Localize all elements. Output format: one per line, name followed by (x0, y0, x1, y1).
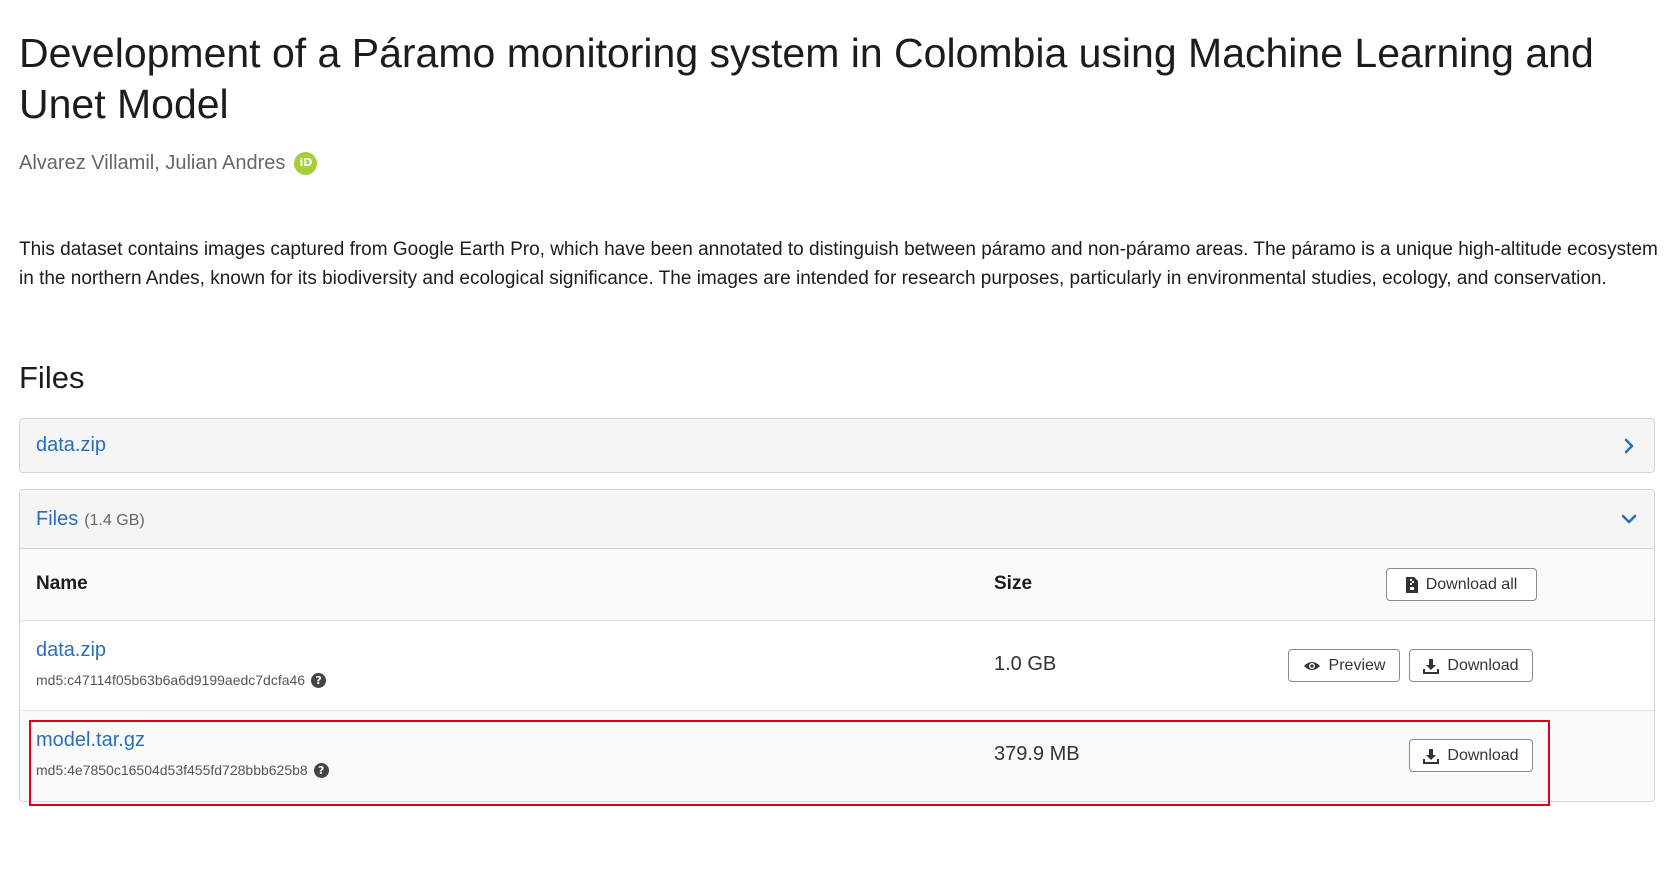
preview-button[interactable]: Preview (1288, 649, 1400, 682)
files-panel-header[interactable]: Files (1.4 GB) (20, 490, 1654, 549)
table-row: model.tar.gz md5:4e7850c16504d53f455fd72… (20, 711, 1654, 801)
chevron-down-icon[interactable] (1620, 510, 1638, 528)
chevron-right-icon[interactable] (1620, 437, 1638, 455)
md5-value: md5:c47114f05b63b6a6d9199aedc7dcfa46 (36, 672, 306, 688)
files-table-header: Name Size Download all (20, 549, 1654, 621)
file-name-link[interactable]: model.tar.gz (36, 729, 145, 752)
question-circle-icon[interactable]: ? (311, 672, 327, 688)
page-title: Development of a Páramo monitoring syste… (19, 30, 1594, 127)
eye-icon (1303, 661, 1320, 670)
download-all-label: Download all (1425, 575, 1518, 593)
file-size: 1.0 GB (994, 653, 1057, 675)
files-heading: Files (19, 360, 85, 395)
question-circle-icon[interactable]: ? (313, 762, 329, 778)
file-checksum: md5:c47114f05b63b6a6d9199aedc7dcfa46 ? (36, 672, 327, 688)
file-name-link[interactable]: data.zip (36, 639, 106, 662)
preview-panel-header[interactable]: data.zip (19, 418, 1655, 473)
column-header-size: Size (994, 573, 1033, 594)
file-archive-icon (1405, 576, 1418, 593)
download-label: Download (1447, 656, 1519, 674)
orcid-icon[interactable]: iD (294, 151, 318, 175)
files-panel: Files (1.4 GB) Name Size Download all dat… (19, 489, 1655, 802)
record-description: This dataset contains images captured fr… (19, 239, 1658, 289)
download-button[interactable]: Download (1409, 739, 1533, 772)
download-button[interactable]: Download (1409, 649, 1533, 682)
preview-file-link[interactable]: data.zip (36, 434, 106, 457)
download-icon (1423, 658, 1440, 674)
files-total-size: (1.4 GB) (84, 511, 145, 529)
column-header-name: Name (36, 573, 88, 594)
download-all-button[interactable]: Download all (1386, 568, 1537, 601)
download-label: Download (1447, 746, 1519, 764)
download-icon (1423, 748, 1440, 764)
file-checksum: md5:4e7850c16504d53f455fd728bbb625b8 ? (36, 762, 329, 778)
files-panel-label[interactable]: Files (36, 508, 78, 530)
author-line: Alvarez Villamil, Julian Andres iD (19, 150, 318, 176)
preview-label: Preview (1328, 656, 1386, 674)
file-size: 379.9 MB (994, 743, 1080, 765)
record-page: Development of a Páramo monitoring syste… (0, 0, 1673, 880)
files-panel-title: Files (1.4 GB) (36, 508, 145, 531)
md5-value: md5:4e7850c16504d53f455fd728bbb625b8 (36, 762, 308, 778)
table-row: data.zip md5:c47114f05b63b6a6d9199aedc7d… (20, 621, 1654, 711)
author-name[interactable]: Alvarez Villamil, Julian Andres (19, 150, 285, 176)
